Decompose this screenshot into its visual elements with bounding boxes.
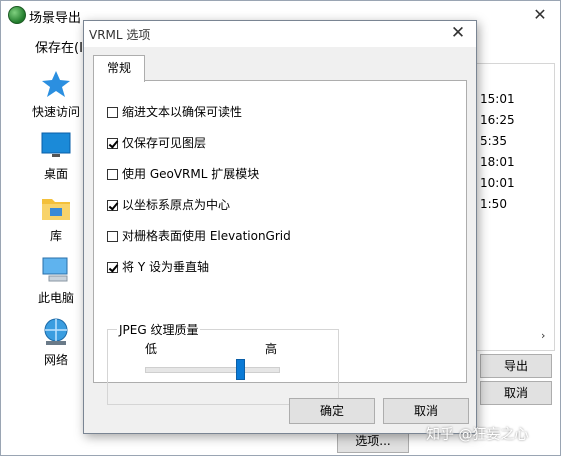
dialog-title: VRML 选项 <box>89 28 151 42</box>
window-title: 场景导出 <box>29 11 82 26</box>
dialog-titlebar[interactable]: VRML 选项 ✕ <box>84 21 476 47</box>
export-button[interactable]: 导出 <box>480 354 552 378</box>
general-panel: 缩进文本以确保可读性 仅保存可见图层 使用 GeoVRML 扩展模块 以坐标系原… <box>93 80 467 405</box>
visible-layers-checkbox[interactable] <box>107 138 118 149</box>
quality-slider-track[interactable] <box>145 367 280 373</box>
file-modified-time: 16:25 <box>480 113 515 127</box>
option-geovrml[interactable]: 使用 GeoVRML 扩展模块 <box>107 166 259 182</box>
center-origin-checkbox[interactable] <box>107 200 118 211</box>
save-in-label: 保存在(I <box>35 41 83 56</box>
jpeg-quality-group: JPEG 纹理质量 低 高 <box>107 321 339 405</box>
geovrml-checkbox[interactable] <box>107 169 118 180</box>
option-label: 仅保存可见图层 <box>122 136 207 150</box>
close-icon[interactable]: ✕ <box>530 5 550 25</box>
vrml-options-dialog: VRML 选项 ✕ 常规 缩进文本以确保可读性 仅保存可见图层 使用 GeoVR… <box>83 20 477 434</box>
option-y-vertical[interactable]: 将 Y 设为垂直轴 <box>107 259 209 275</box>
file-modified-time: 10:01 <box>480 176 515 190</box>
quality-high-label: 高 <box>265 342 278 356</box>
file-modified-time: 18:01 <box>480 155 515 169</box>
place-network[interactable]: 网络 <box>21 317 91 368</box>
place-label: 桌面 <box>43 167 68 181</box>
file-modified-time: 1:50 <box>480 197 507 211</box>
place-label: 快速访问 <box>31 105 80 119</box>
network-globe-icon <box>40 317 72 347</box>
option-label: 使用 GeoVRML 扩展模块 <box>122 167 260 181</box>
place-label: 此电脑 <box>37 291 74 305</box>
quality-low-label: 低 <box>145 342 158 356</box>
file-modified-time: 5:35 <box>480 134 507 148</box>
desktop-icon <box>40 131 72 161</box>
option-indent-text[interactable]: 缩进文本以确保可读性 <box>107 104 242 120</box>
option-label: 以坐标系原点为中心 <box>122 198 231 212</box>
y-vertical-checkbox[interactable] <box>107 262 118 273</box>
place-label: 网络 <box>43 353 68 367</box>
place-desktop[interactable]: 桌面 <box>21 131 91 182</box>
place-this-pc[interactable]: 此电脑 <box>21 255 91 306</box>
cancel-button[interactable]: 取消 <box>383 398 469 424</box>
place-library[interactable]: 库 <box>21 193 91 244</box>
place-label: 库 <box>49 229 62 243</box>
jpeg-quality-title: JPEG 纹理质量 <box>117 321 201 338</box>
option-center-origin[interactable]: 以坐标系原点为中心 <box>107 197 230 213</box>
ok-button[interactable]: 确定 <box>289 398 375 424</box>
indent-text-checkbox[interactable] <box>107 107 118 118</box>
close-icon[interactable]: ✕ <box>448 23 468 43</box>
quality-slider-thumb[interactable] <box>236 359 246 380</box>
file-modified-time: 15:01 <box>480 92 515 106</box>
place-quick-access[interactable]: 快速访问 <box>21 69 91 120</box>
option-elevation-grid[interactable]: 对栅格表面使用 ElevationGrid <box>107 228 291 244</box>
elevation-grid-checkbox[interactable] <box>107 231 118 242</box>
scroll-right-icon[interactable]: › <box>541 329 545 342</box>
tab-general[interactable]: 常规 <box>93 55 145 82</box>
star-icon <box>40 69 72 99</box>
option-label: 对栅格表面使用 ElevationGrid <box>122 229 291 243</box>
file-list[interactable]: 15:01 16:25 5:35 18:01 10:01 1:50 <box>471 63 555 351</box>
option-label: 将 Y 设为垂直轴 <box>122 260 209 274</box>
option-label: 缩进文本以确保可读性 <box>122 105 243 119</box>
watermark: 知乎 @狂妄之心 <box>426 427 529 443</box>
outer-cancel-button[interactable]: 取消 <box>480 381 552 405</box>
computer-icon <box>40 255 72 285</box>
library-folder-icon <box>40 193 72 223</box>
option-visible-layers[interactable]: 仅保存可见图层 <box>107 135 206 151</box>
app-globe-icon <box>8 6 26 24</box>
